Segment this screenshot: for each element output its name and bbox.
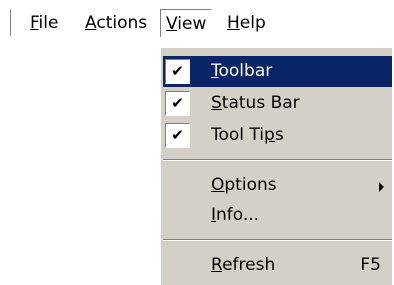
menu-file[interactable]: File — [25, 9, 63, 37]
tool-tips-label-pre: Tool Ti — [211, 125, 265, 145]
tool-tips-check-icon: ✔ — [165, 123, 190, 148]
menu-separator — [163, 239, 392, 241]
tool-tips-label-rest: s — [274, 125, 284, 145]
menu-help[interactable]: Help — [222, 9, 271, 37]
status-bar-label-accel: S — [211, 93, 222, 113]
menu-actions-label: ctions — [96, 13, 148, 33]
toolbar-label-rest: oolbar — [218, 61, 273, 81]
status-bar-check-icon: ✔ — [165, 91, 190, 116]
options-label-accel: O — [211, 175, 225, 195]
options-label-rest: ptions — [224, 175, 277, 195]
menu-item-status-bar[interactable]: ✔ Status Bar — [163, 88, 392, 119]
menu-file-accel: F — [30, 13, 39, 33]
refresh-label-accel: R — [211, 255, 223, 275]
menu-bar: File Actions View Help — [0, 0, 394, 47]
menu-bar-grip[interactable] — [9, 10, 11, 36]
refresh-shortcut: F5 — [360, 255, 381, 275]
menu-item-options[interactable]: Options — [163, 170, 392, 201]
menu-help-accel: H — [227, 13, 240, 33]
menu-separator — [163, 159, 392, 161]
info-label-rest: nfo... — [216, 205, 260, 225]
menu-help-label: elp — [239, 13, 266, 33]
toolbar-check-icon: ✔ — [165, 59, 190, 84]
menu-view-label: iew — [177, 14, 207, 34]
tool-tips-label: Tool Tips — [211, 120, 284, 151]
toolbar-label: Toolbar — [211, 56, 272, 87]
menu-item-tool-tips[interactable]: ✔ Tool Tips — [163, 120, 392, 151]
menu-actions[interactable]: Actions — [80, 9, 152, 37]
refresh-label: Refresh — [211, 250, 275, 281]
status-bar-label: Status Bar — [211, 88, 300, 119]
menu-item-toolbar[interactable]: ✔ Toolbar — [163, 56, 392, 87]
toolbar-label-accel: T — [211, 61, 219, 81]
submenu-arrow-icon — [379, 182, 384, 192]
options-label: Options — [211, 170, 277, 201]
menu-actions-accel: A — [85, 13, 97, 33]
status-bar-label-rest: tatus Bar — [221, 93, 300, 113]
info-label: Info... — [211, 200, 259, 231]
refresh-label-rest: efresh — [222, 255, 276, 275]
view-menu-dropdown: ✔ Toolbar ✔ Status Bar ✔ Tool Tips Optio… — [160, 47, 392, 285]
tool-tips-label-accel: p — [264, 125, 275, 145]
menu-view[interactable]: View — [160, 9, 213, 37]
menu-item-refresh[interactable]: Refresh F5 — [163, 250, 392, 281]
menu-file-label: ile — [38, 13, 59, 33]
menu-view-accel: V — [166, 14, 178, 34]
menu-item-info[interactable]: Info... — [163, 200, 392, 231]
